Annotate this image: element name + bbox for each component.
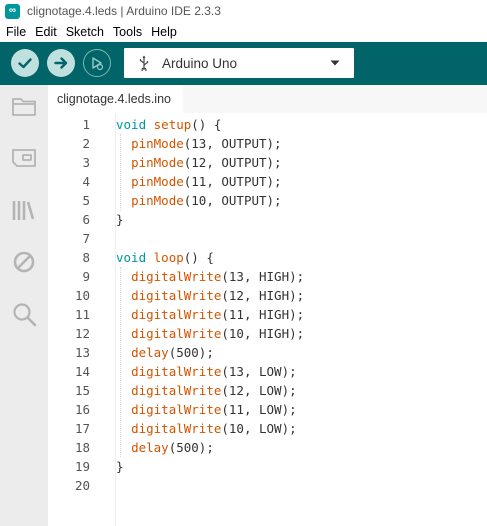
menu-tools[interactable]: Tools — [113, 25, 142, 39]
line-number: 14 — [74, 364, 90, 379]
code-text: delay(500); — [131, 345, 214, 360]
board-name: Arduino Uno — [162, 55, 238, 71]
line-number: 5 — [82, 193, 90, 208]
code-line: 1 void setup() { — [48, 115, 487, 134]
menu-help[interactable]: Help — [151, 25, 177, 39]
menu-edit[interactable]: Edit — [35, 25, 57, 39]
code-line: 13 delay(500); — [48, 343, 487, 362]
code-line: 17 digitalWrite(10, LOW); — [48, 419, 487, 438]
code-line: 19} — [48, 457, 487, 476]
line-number: 4 — [82, 174, 90, 189]
code-text: digitalWrite(10, HIGH); — [131, 326, 305, 341]
editor-tab-bar: clignotage.4.leds.ino — [48, 85, 487, 114]
line-number: 7 — [82, 231, 90, 246]
code-text: digitalWrite(11, LOW); — [131, 402, 297, 417]
sidebar — [0, 85, 48, 526]
line-number: 2 — [82, 136, 90, 151]
debug-button[interactable] — [83, 49, 111, 77]
debug-icon[interactable] — [11, 249, 37, 275]
code-line: 11 digitalWrite(11, HIGH); — [48, 305, 487, 324]
debug-icon — [92, 57, 104, 71]
upload-button[interactable] — [47, 49, 75, 77]
code-line: 7 — [48, 229, 487, 248]
verify-icon — [18, 58, 32, 69]
toolbar: Arduino Uno — [0, 42, 487, 85]
line-number: 8 — [82, 250, 90, 265]
indent-guide — [120, 267, 121, 457]
line-number: 1 — [82, 117, 90, 132]
code-text: } — [116, 459, 124, 474]
code-line: 8 void loop() { — [48, 248, 487, 267]
line-number: 15 — [74, 383, 90, 398]
line-number: 13 — [74, 345, 90, 360]
code-text: pinMode(11, OUTPUT); — [131, 174, 282, 189]
code-text: } — [116, 212, 124, 227]
code-text: digitalWrite(10, LOW); — [131, 421, 297, 436]
usb-icon — [139, 55, 149, 71]
code-line: 6} — [48, 210, 487, 229]
line-number: 16 — [74, 402, 90, 417]
code-line: 5 pinMode(10, OUTPUT); — [48, 191, 487, 210]
tab-sketch-file[interactable]: clignotage.4.leds.ino — [48, 85, 183, 113]
code-line: 9 digitalWrite(13, HIGH); — [48, 267, 487, 286]
search-icon[interactable] — [11, 301, 37, 327]
indent-guide — [120, 134, 121, 210]
verify-button[interactable] — [11, 49, 39, 77]
line-number: 3 — [82, 155, 90, 170]
code-line: 18 delay(500); — [48, 438, 487, 457]
code-line: 10 digitalWrite(12, HIGH); — [48, 286, 487, 305]
code-line: 14 digitalWrite(13, LOW); — [48, 362, 487, 381]
code-line: 3 pinMode(12, OUTPUT); — [48, 153, 487, 172]
line-number: 20 — [74, 478, 90, 493]
chevron-down-icon — [330, 60, 340, 66]
sketchbook-folder-icon[interactable] — [11, 93, 37, 119]
upload-icon — [54, 57, 68, 69]
code-text: void loop() { — [116, 250, 214, 265]
title-bar: ∞ clignotage.4.leds | Arduino IDE 2.3.3 — [0, 0, 487, 22]
window-title: clignotage.4.leds | Arduino IDE 2.3.3 — [27, 4, 221, 18]
code-text: digitalWrite(12, LOW); — [131, 383, 297, 398]
menu-bar: File Edit Sketch Tools Help — [0, 22, 487, 42]
code-editor[interactable]: 1 void setup() {2 pinMode(13, OUTPUT); 3 p… — [48, 113, 487, 526]
code-text: digitalWrite(13, LOW); — [131, 364, 297, 379]
code-text: digitalWrite(11, HIGH); — [131, 307, 305, 322]
library-manager-icon[interactable] — [11, 197, 37, 223]
menu-file[interactable]: File — [6, 25, 26, 39]
line-number: 18 — [74, 440, 90, 455]
menu-sketch[interactable]: Sketch — [66, 25, 104, 39]
code-line: 15 digitalWrite(12, LOW); — [48, 381, 487, 400]
code-text: pinMode(13, OUTPUT); — [131, 136, 282, 151]
arduino-logo-icon: ∞ — [5, 3, 20, 19]
code-text: void setup() { — [116, 117, 222, 132]
code-text: pinMode(12, OUTPUT); — [131, 155, 282, 170]
boards-manager-icon[interactable] — [11, 145, 37, 171]
line-number: 11 — [74, 307, 90, 322]
code-line: 12 digitalWrite(10, HIGH); — [48, 324, 487, 343]
code-line: 4 pinMode(11, OUTPUT); — [48, 172, 487, 191]
code-line: 20 — [48, 476, 487, 495]
code-text: digitalWrite(12, HIGH); — [131, 288, 305, 303]
line-number: 10 — [74, 288, 90, 303]
code-text: delay(500); — [131, 440, 214, 455]
code-text: pinMode(10, OUTPUT); — [131, 193, 282, 208]
code-text: digitalWrite(13, HIGH); — [131, 269, 305, 284]
code-line: 2 pinMode(13, OUTPUT); — [48, 134, 487, 153]
line-number: 19 — [74, 459, 90, 474]
line-number: 17 — [74, 421, 90, 436]
line-number: 6 — [82, 212, 90, 227]
line-number: 9 — [82, 269, 90, 284]
code-line: 16 digitalWrite(11, LOW); — [48, 400, 487, 419]
board-selector[interactable]: Arduino Uno — [124, 48, 354, 78]
line-number: 12 — [74, 326, 90, 341]
